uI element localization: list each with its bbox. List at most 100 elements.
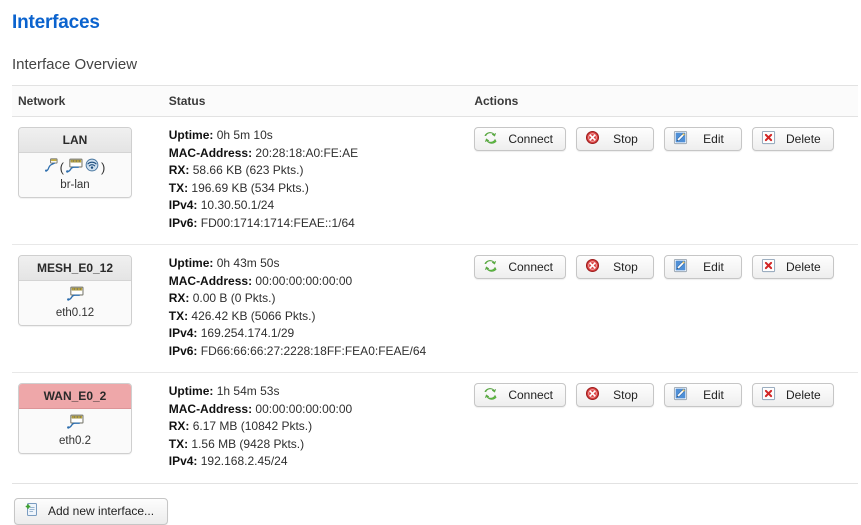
stop-button-label: Stop bbox=[613, 132, 638, 146]
ethernet-icon bbox=[66, 414, 84, 434]
actions-cell: Connect Stop Edit Delete bbox=[468, 372, 858, 483]
status-tx-value: 196.69 KB (534 Pkts.) bbox=[188, 180, 309, 195]
network-badge[interactable]: WAN_E0_2 eth0.2 bbox=[18, 383, 132, 454]
bridge-icon bbox=[44, 158, 58, 177]
status-rx: RX: 0.00 B (0 Pkts.) bbox=[169, 290, 463, 308]
status-ipv4-label: IPv4: bbox=[168, 454, 198, 468]
status-list: Uptime: 0h 43m 50s MAC-Address: 00:00:00:… bbox=[169, 255, 463, 360]
status-ipv6-value: FD66:66:66:27:2228:18FF:FEA0:FEAE/64 bbox=[197, 343, 427, 358]
action-button-group: Connect Stop Edit Delete bbox=[474, 255, 852, 279]
status-mac-address-value: 00:00:00:00:00:00 bbox=[252, 273, 353, 288]
delete-x-icon bbox=[761, 130, 776, 148]
status-ipv6: IPv6: FD66:66:66:27:2228:18FF:FEA0:FEAE/… bbox=[169, 343, 463, 361]
network-name: MESH_E0_12 bbox=[19, 256, 131, 281]
stop-button-label: Stop bbox=[613, 388, 638, 402]
status-list: Uptime: 1h 54m 53s MAC-Address: 00:00:00:… bbox=[169, 383, 463, 471]
status-uptime-value: 0h 43m 50s bbox=[213, 256, 280, 270]
delete-button[interactable]: Delete bbox=[752, 127, 834, 151]
edit-button[interactable]: Edit bbox=[664, 383, 743, 407]
add-page-icon bbox=[24, 502, 39, 520]
table-header: Network Status Actions bbox=[12, 85, 858, 117]
status-mac-address: MAC-Address: 00:00:00:00:00:00 bbox=[169, 401, 463, 419]
status-uptime: Uptime: 1h 54m 53s bbox=[169, 383, 463, 401]
status-ipv4: IPv4: 169.254.174.1/29 bbox=[169, 325, 463, 343]
status-ipv6-label: IPv6: bbox=[168, 343, 198, 358]
stop-button[interactable]: Stop bbox=[576, 255, 655, 279]
connect-button[interactable]: Connect bbox=[474, 383, 567, 407]
device-name: br-lan bbox=[60, 179, 90, 191]
status-tx-value: 1.56 MB (9428 Pkts.) bbox=[188, 436, 305, 451]
network-badge[interactable]: MESH_E0_12 eth0.12 bbox=[18, 255, 132, 326]
status-uptime-value: 1h 54m 53s bbox=[213, 384, 280, 398]
status-rx-value: 6.17 MB (10842 Pkts.) bbox=[189, 419, 313, 433]
edit-pencil-icon bbox=[673, 258, 688, 276]
status-rx: RX: 6.17 MB (10842 Pkts.) bbox=[169, 418, 463, 436]
refresh-green-icon bbox=[483, 258, 498, 276]
interface-overview-table: Network Status Actions LAN () br-lan Up… bbox=[12, 85, 858, 484]
status-ipv4: IPv4: 192.168.2.45/24 bbox=[169, 453, 463, 471]
status-tx-value: 426.42 KB (5066 Pkts.) bbox=[188, 308, 316, 323]
network-name: WAN_E0_2 bbox=[19, 384, 131, 409]
status-cell: Uptime: 0h 5m 10s MAC-Address: 20:28:18:A… bbox=[163, 117, 469, 245]
stop-red-icon bbox=[585, 386, 600, 404]
status-ipv6: IPv6: FD00:1714:1714:FEAE::1/64 bbox=[169, 215, 463, 233]
network-cell: LAN () br-lan bbox=[12, 117, 163, 245]
edit-pencil-icon bbox=[673, 386, 688, 404]
status-uptime-label: Uptime: bbox=[168, 256, 214, 270]
network-name: LAN bbox=[19, 128, 131, 153]
delete-button-label: Delete bbox=[786, 132, 821, 146]
column-header-actions: Actions bbox=[468, 85, 858, 117]
status-mac-address-value: 20:28:18:A0:FE:AE bbox=[252, 145, 359, 160]
column-header-status: Status bbox=[162, 85, 469, 117]
status-ipv4-value: 10.30.50.1/24 bbox=[197, 198, 275, 212]
stop-button[interactable]: Stop bbox=[576, 127, 655, 151]
device-name: eth0.12 bbox=[55, 307, 95, 319]
device-icon-group bbox=[21, 286, 129, 304]
status-rx-value: 58.66 KB (623 Pkts.) bbox=[189, 163, 304, 177]
status-cell: Uptime: 0h 43m 50s MAC-Address: 00:00:00:… bbox=[162, 244, 469, 373]
interfaces-page: Interfaces Interface Overview Network St… bbox=[0, 0, 861, 525]
status-mac-address-label: MAC-Address: bbox=[168, 401, 253, 416]
table-row: MESH_E0_12 eth0.12 Uptime: 0h 43m 50s MAC-… bbox=[12, 244, 858, 373]
status-tx-label: TX: bbox=[168, 436, 189, 451]
stop-button[interactable]: Stop bbox=[576, 383, 655, 407]
status-uptime-value: 0h 5m 10s bbox=[213, 128, 273, 142]
edit-pencil-icon bbox=[673, 130, 688, 148]
delete-button-label: Delete bbox=[786, 388, 821, 402]
status-mac-address-label: MAC-Address: bbox=[168, 273, 253, 288]
status-rx-value: 0.00 B (0 Pkts.) bbox=[189, 291, 276, 305]
connect-button[interactable]: Connect bbox=[474, 255, 567, 279]
stop-red-icon bbox=[585, 258, 600, 276]
status-list: Uptime: 0h 5m 10s MAC-Address: 20:28:18:A… bbox=[169, 127, 463, 232]
network-cell: MESH_E0_12 eth0.12 bbox=[12, 244, 163, 373]
connect-button-label: Connect bbox=[508, 388, 554, 402]
status-ipv4-value: 192.168.2.45/24 bbox=[197, 454, 288, 468]
wifi-icon bbox=[85, 158, 99, 177]
status-rx-label: RX: bbox=[168, 291, 190, 305]
device-icon-group bbox=[21, 414, 129, 434]
status-rx: RX: 58.66 KB (623 Pkts.) bbox=[169, 162, 463, 180]
table-body: LAN () br-lan Uptime: 0h 5m 10s MAC-Add… bbox=[12, 116, 858, 483]
network-device-info: ( ) br-lan bbox=[19, 153, 131, 197]
status-uptime: Uptime: 0h 5m 10s bbox=[169, 127, 463, 145]
action-button-group: Connect Stop Edit Delete bbox=[474, 383, 852, 407]
column-header-network: Network bbox=[12, 85, 163, 117]
status-uptime: Uptime: 0h 43m 50s bbox=[169, 255, 463, 273]
edit-button[interactable]: Edit bbox=[664, 127, 743, 151]
status-cell: Uptime: 1h 54m 53s MAC-Address: 00:00:00:… bbox=[162, 372, 469, 483]
delete-button[interactable]: Delete bbox=[752, 255, 834, 279]
edit-button[interactable]: Edit bbox=[664, 255, 743, 279]
status-mac-address: MAC-Address: 20:28:18:A0:FE:AE bbox=[169, 145, 463, 163]
network-device-info: eth0.12 bbox=[19, 281, 131, 325]
edit-button-label: Edit bbox=[703, 388, 724, 402]
status-uptime-label: Uptime: bbox=[168, 384, 214, 398]
delete-button[interactable]: Delete bbox=[752, 383, 834, 407]
delete-button-label: Delete bbox=[786, 260, 821, 274]
status-tx-label: TX: bbox=[168, 180, 189, 195]
refresh-green-icon bbox=[483, 386, 498, 404]
connect-button[interactable]: Connect bbox=[474, 127, 567, 151]
edit-button-label: Edit bbox=[703, 260, 724, 274]
network-badge[interactable]: LAN () br-lan bbox=[18, 127, 132, 198]
action-button-group: Connect Stop Edit Delete bbox=[474, 127, 852, 151]
stop-red-icon bbox=[585, 130, 600, 148]
